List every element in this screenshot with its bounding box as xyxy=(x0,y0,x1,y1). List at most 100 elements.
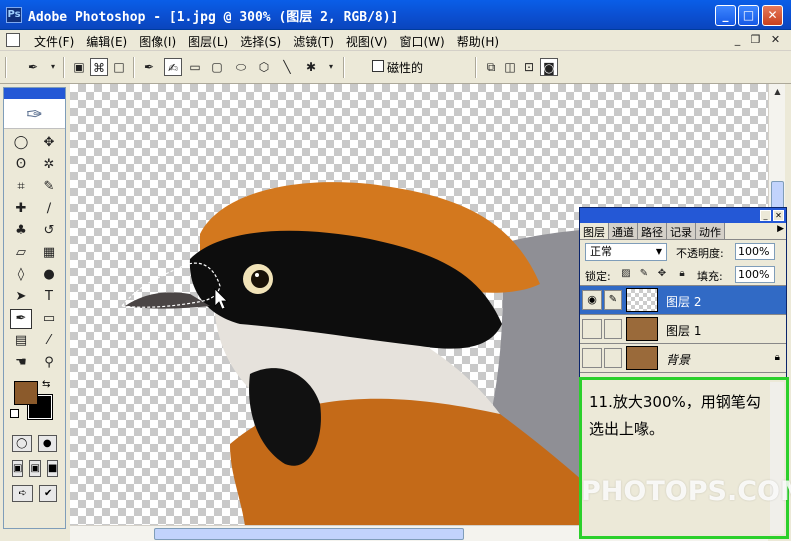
freeform-pen-icon[interactable]: ✍ xyxy=(164,58,182,76)
menu-edit[interactable]: 编辑(E) xyxy=(80,32,133,51)
tab-paths[interactable]: 路径 xyxy=(638,223,667,239)
menu-filter[interactable]: 滤镜(T) xyxy=(287,32,340,51)
brush-icon[interactable]: ∕ xyxy=(38,199,60,219)
layer-row[interactable]: 背景 🔒︎ xyxy=(580,344,786,373)
jump-to-imageready-icon[interactable]: ➪ xyxy=(12,485,34,502)
shape-dropdown-icon[interactable]: ▾ xyxy=(322,58,340,76)
note-scrollbar[interactable] xyxy=(770,382,784,534)
intersect-area-icon[interactable]: ⊡ xyxy=(520,58,538,76)
polygon-icon[interactable]: ⬡ xyxy=(255,58,273,76)
brush-link-icon[interactable] xyxy=(604,319,622,339)
menu-image[interactable]: 图像(I) xyxy=(133,32,182,51)
tab-history[interactable]: 记录 xyxy=(667,223,696,239)
fill-field[interactable]: 100% xyxy=(735,266,775,283)
line-icon[interactable]: ╲ xyxy=(278,58,296,76)
scroll-up-icon[interactable]: ▲ xyxy=(770,84,785,100)
custom-shape-icon[interactable]: ✱ xyxy=(302,58,320,76)
brush-link-icon[interactable]: ✎ xyxy=(604,290,622,310)
standard-mode-icon[interactable]: ◯ xyxy=(12,435,32,452)
exclude-area-icon[interactable]: ◙ xyxy=(540,58,558,76)
eye-icon[interactable] xyxy=(582,319,602,339)
zoom-icon[interactable]: ⚲ xyxy=(38,353,60,373)
screen-mode-full-icon[interactable]: ■ xyxy=(46,460,59,477)
ellipse-icon[interactable]: ⬭ xyxy=(232,58,250,76)
rounded-rectangle-icon[interactable]: ▢ xyxy=(208,58,226,76)
menu-layer[interactable]: 图层(L) xyxy=(182,32,234,51)
shape-layers-icon[interactable]: ▣ xyxy=(70,58,88,76)
maximize-button[interactable]: □ xyxy=(738,5,759,26)
layers-palette-header[interactable]: _ ✕ xyxy=(580,208,786,223)
menu-window[interactable]: 窗口(W) xyxy=(393,32,450,51)
history-brush-icon[interactable]: ↺ xyxy=(38,221,60,241)
eyedropper-icon[interactable]: ⁄ xyxy=(38,331,60,351)
eraser-icon[interactable]: ▱ xyxy=(10,243,32,263)
lasso-icon[interactable]: ʘ xyxy=(10,155,32,175)
screen-mode-standard-icon[interactable]: ▣ xyxy=(12,460,24,477)
default-colors-icon[interactable] xyxy=(10,409,19,418)
subtract-area-icon[interactable]: ◫ xyxy=(501,58,519,76)
quick-mask-icon[interactable]: ● xyxy=(37,435,57,452)
rectangle-icon[interactable]: ▭ xyxy=(186,58,204,76)
palette-close-button[interactable]: ✕ xyxy=(773,210,784,221)
move-icon[interactable]: ✥ xyxy=(38,133,60,153)
menu-file[interactable]: 文件(F) xyxy=(28,32,80,51)
palette-menu-icon[interactable]: ▶ xyxy=(777,224,784,234)
tool-preset-icon[interactable]: ✒ xyxy=(24,58,42,76)
lock-transparency-icon[interactable]: ▨ xyxy=(620,268,632,280)
paths-mode-icon[interactable]: ⌘ xyxy=(90,58,108,76)
eye-icon[interactable]: ◉ xyxy=(582,290,602,310)
type-icon[interactable]: T xyxy=(38,287,60,307)
marquee-icon[interactable]: ◯ xyxy=(10,133,32,153)
menu-view[interactable]: 视图(V) xyxy=(340,32,394,51)
layer-row[interactable]: ◉ ✎ 图层 2 xyxy=(580,286,786,315)
menu-select[interactable]: 选择(S) xyxy=(234,32,287,51)
fill-pixels-icon[interactable]: □ xyxy=(110,58,128,76)
magic-wand-icon[interactable]: ✲ xyxy=(38,155,60,175)
slice-icon[interactable]: ✎ xyxy=(38,177,60,197)
stamp-icon[interactable]: ♣ xyxy=(10,221,32,241)
screen-mode-full-menu-icon[interactable]: ▣ xyxy=(29,460,41,477)
lock-position-icon[interactable]: ✥ xyxy=(656,268,668,280)
swap-colors-icon[interactable]: ⇆ xyxy=(42,379,50,390)
menu-help[interactable]: 帮助(H) xyxy=(451,32,505,51)
path-select-icon[interactable]: ➤ xyxy=(10,287,32,307)
tab-layers[interactable]: 图层 xyxy=(580,223,609,239)
add-to-area-icon[interactable]: ⧉ xyxy=(482,58,500,76)
lock-image-icon[interactable]: ✎ xyxy=(638,268,650,280)
palette-minimize-button[interactable]: _ xyxy=(760,210,771,221)
preset-dropdown-icon[interactable]: ▾ xyxy=(44,58,62,76)
opacity-field[interactable]: 100% xyxy=(735,243,775,260)
blend-row: 正常 ▼ 不透明度: 100% xyxy=(580,240,786,264)
tab-channels[interactable]: 通道 xyxy=(609,223,638,239)
dodge-icon[interactable]: ● xyxy=(38,265,60,285)
feather-logo-icon[interactable]: ✑ xyxy=(4,99,65,129)
pen-mode-icon[interactable]: ✒ xyxy=(140,58,158,76)
blend-mode-select[interactable]: 正常 ▼ xyxy=(585,243,667,261)
doc-restore-button[interactable]: ❐ xyxy=(748,33,763,47)
tab-actions[interactable]: 动作 xyxy=(696,223,725,239)
layer-thumbnail xyxy=(626,346,658,370)
brush-link-icon[interactable] xyxy=(604,348,622,368)
doc-minimize-button[interactable]: _ xyxy=(730,33,745,47)
magnetic-checkbox[interactable] xyxy=(372,60,384,72)
notes-icon[interactable]: ▤ xyxy=(10,331,32,351)
eye-icon[interactable] xyxy=(582,348,602,368)
minimize-button[interactable]: _ xyxy=(715,5,736,26)
document-icon[interactable] xyxy=(6,33,20,47)
toolbox-header[interactable] xyxy=(4,88,65,99)
doc-close-button[interactable]: ✕ xyxy=(768,33,783,47)
crop-icon[interactable]: ⌗ xyxy=(10,177,32,197)
pen-icon[interactable]: ✒ xyxy=(10,309,32,329)
chevron-down-icon[interactable]: ▼ xyxy=(652,244,666,260)
gradient-icon[interactable]: ▦ xyxy=(38,243,60,263)
horizontal-scroll-thumb[interactable] xyxy=(154,528,464,540)
healing-brush-icon[interactable]: ✚ xyxy=(10,199,32,219)
blur-icon[interactable]: ◊ xyxy=(10,265,32,285)
imageready-icon[interactable]: ✔ xyxy=(39,485,57,502)
shape-icon[interactable]: ▭ xyxy=(38,309,60,329)
close-button[interactable]: ✕ xyxy=(762,5,783,26)
hand-icon[interactable]: ☚ xyxy=(10,353,32,373)
layer-row[interactable]: 图层 1 xyxy=(580,315,786,344)
lock-all-icon[interactable]: 🔒︎ xyxy=(676,268,688,280)
foreground-color[interactable] xyxy=(14,381,38,405)
